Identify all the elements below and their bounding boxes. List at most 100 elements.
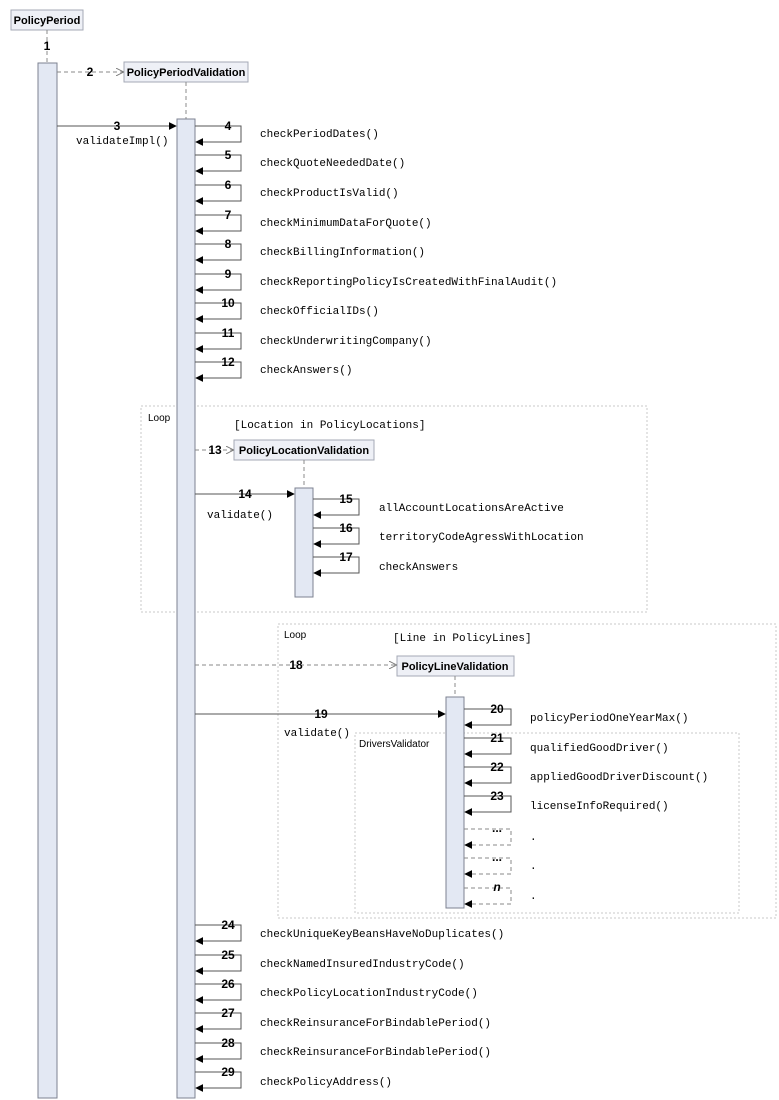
message-number: 10 [221, 296, 235, 310]
loop-label: Loop [284, 630, 307, 641]
message-label: . [530, 861, 537, 873]
self-call: 22 appliedGoodDriverDiscount() [464, 760, 708, 787]
activation-policy-period-validation [176, 118, 196, 1099]
message-number: 26 [221, 977, 235, 991]
message-number: 25 [221, 948, 235, 962]
message-number: 14 [238, 487, 252, 501]
message-label: validateImpl() [76, 136, 168, 148]
message-number: 16 [339, 521, 353, 535]
message-number: 5 [225, 148, 232, 162]
message-number: 19 [314, 707, 328, 721]
message-label: allAccountLocationsAreActive [379, 503, 564, 515]
message-label: qualifiedGoodDriver() [530, 743, 669, 755]
message-label: . [530, 891, 537, 903]
message-label: checkNamedInsuredIndustryCode() [260, 959, 465, 971]
activation-policy-location-validation [294, 487, 314, 598]
message-label: checkMinimumDataForQuote() [260, 218, 432, 230]
message-label: appliedGoodDriverDiscount() [530, 772, 708, 784]
self-call: 25 checkNamedInsuredIndustryCode() [195, 948, 465, 975]
self-call: 10 checkOfficialIDs() [195, 296, 379, 323]
message-label: territoryCodeAgressWithLocation [379, 532, 584, 544]
message-number: 13 [208, 443, 222, 457]
message-label: checkPolicyAddress() [260, 1077, 392, 1089]
message-label: checkOfficialIDs() [260, 306, 379, 318]
message-number: 15 [339, 492, 353, 506]
message-label: checkBillingInformation() [260, 247, 425, 259]
self-call-elided: n . [464, 880, 537, 908]
message-label: checkAnswers [379, 562, 458, 574]
participant-label: PolicyLineValidation [402, 661, 509, 673]
self-call: 27 checkReinsuranceForBindablePeriod() [195, 1006, 491, 1033]
message-label: checkQuoteNeededDate() [260, 158, 405, 170]
self-call: 11 checkUnderwritingCompany() [195, 326, 432, 353]
self-call-elided: ... . [464, 821, 537, 849]
participant-policy-period-validation: PolicyPeriodValidation [123, 61, 249, 83]
self-call: 15 allAccountLocationsAreActive [313, 492, 564, 519]
self-call: 4 checkPeriodDates() [195, 119, 379, 146]
message-label: validate() [284, 728, 350, 740]
self-call: 24 checkUniqueKeyBeansHaveNoDuplicates() [195, 918, 504, 945]
message-label: checkPeriodDates() [260, 129, 379, 141]
message-label: . [530, 832, 537, 844]
message-number: n [493, 880, 500, 894]
self-call: 16 territoryCodeAgressWithLocation [313, 521, 584, 548]
activation-policy-line-validation [445, 696, 465, 909]
self-call: 28 checkReinsuranceForBindablePeriod() [195, 1036, 491, 1063]
participant-policy-location-validation: PolicyLocationValidation [233, 439, 375, 461]
participant-policy-line-validation: PolicyLineValidation [396, 655, 515, 677]
message-number: 1 [44, 39, 51, 53]
message-number: 8 [225, 237, 232, 251]
loop-label: Loop [148, 413, 171, 424]
message-number: 3 [114, 119, 121, 133]
self-call: 23 licenseInfoRequired() [464, 789, 669, 816]
message-number: 27 [221, 1006, 235, 1020]
group-label: DriversValidator [359, 739, 430, 750]
loop-guard: [Location in PolicyLocations] [234, 420, 425, 432]
self-call: 7 checkMinimumDataForQuote() [195, 208, 432, 235]
message-number: 7 [225, 208, 232, 222]
message-number: 6 [225, 178, 232, 192]
message-number: 2 [87, 65, 94, 79]
loop-frame-lines: Loop [Line in PolicyLines] [277, 623, 777, 919]
sequence-diagram: Loop [Location in PolicyLocations] Loop … [10, 9, 777, 1099]
self-call: 17 checkAnswers [313, 550, 458, 577]
message-number: 23 [490, 789, 504, 803]
message-label: validate() [207, 510, 273, 522]
message-number: ... [492, 821, 502, 835]
message-label: policyPeriodOneYearMax() [530, 713, 688, 725]
message-number: 22 [490, 760, 504, 774]
message-number: 17 [339, 550, 353, 564]
drivers-validator-group: DriversValidator [354, 732, 740, 914]
self-call: 26 checkPolicyLocationIndustryCode() [195, 977, 478, 1004]
self-call: 29 checkPolicyAddress() [195, 1065, 392, 1092]
message-number: 4 [225, 119, 232, 133]
message-number: ... [492, 850, 502, 864]
message-label: checkReinsuranceForBindablePeriod() [260, 1018, 491, 1030]
message-label: checkUnderwritingCompany() [260, 336, 432, 348]
message-number: 12 [221, 355, 235, 369]
loop-guard: [Line in PolicyLines] [393, 633, 532, 645]
message-number: 9 [225, 267, 232, 281]
participant-policy-period: PolicyPeriod [10, 9, 84, 31]
message-label: checkProductIsValid() [260, 188, 399, 200]
message-label: checkAnswers() [260, 365, 352, 377]
activation-policy-period [37, 62, 58, 1099]
self-call: 12 checkAnswers() [195, 355, 352, 382]
message-number: 21 [490, 731, 504, 745]
self-call-elided: ... . [464, 850, 537, 878]
message-number: 29 [221, 1065, 235, 1079]
message-number: 18 [289, 658, 303, 672]
message-number: 20 [490, 702, 504, 716]
message-number: 28 [221, 1036, 235, 1050]
self-call: 21 qualifiedGoodDriver() [464, 731, 669, 758]
participant-label: PolicyPeriodValidation [127, 67, 246, 79]
participant-label: PolicyLocationValidation [239, 445, 369, 457]
message-number: 11 [222, 326, 235, 340]
message-label: checkReportingPolicyIsCreatedWithFinalAu… [260, 277, 557, 289]
message-number: 24 [221, 918, 235, 932]
self-call: 20 policyPeriodOneYearMax() [464, 702, 688, 729]
message-label: licenseInfoRequired() [530, 801, 669, 813]
message-label: checkPolicyLocationIndustryCode() [260, 988, 478, 1000]
message-label: checkUniqueKeyBeansHaveNoDuplicates() [260, 929, 504, 941]
self-call: 5 checkQuoteNeededDate() [195, 148, 405, 175]
